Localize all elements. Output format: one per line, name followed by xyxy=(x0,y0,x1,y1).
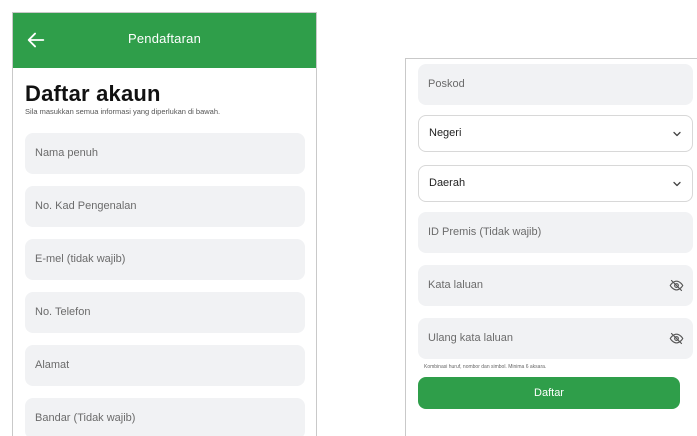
page-title: Daftar akaun xyxy=(25,81,161,106)
postcode-input[interactable]: Poskod xyxy=(418,64,693,105)
state-select-label: Negeri xyxy=(429,127,462,139)
district-select[interactable]: Daerah xyxy=(418,165,693,202)
full-name-input[interactable]: Nama penuh xyxy=(25,133,305,174)
register-button[interactable]: Daftar xyxy=(418,377,680,409)
full-name-placeholder: Nama penuh xyxy=(35,147,98,159)
address-placeholder: Alamat xyxy=(35,359,70,371)
chevron-down-icon xyxy=(673,181,681,187)
app-bar-title: Pendaftaran xyxy=(127,31,202,46)
district-select-label: Daerah xyxy=(429,177,466,189)
registration-screen-part-1: Pendaftaran Daftar akaun Sila masukkan s… xyxy=(12,12,317,436)
premise-id-input[interactable]: ID Premis (Tidak wajib) xyxy=(418,212,693,253)
app-bar: Pendaftaran xyxy=(13,13,316,68)
ic-number-input[interactable]: No. Kad Pengenalan xyxy=(25,186,305,227)
email-input[interactable]: E-mel (tidak wajib) xyxy=(25,239,305,280)
city-input[interactable]: Bandar (Tidak wajib) xyxy=(25,398,305,436)
password-placeholder: Kata laluan xyxy=(428,279,484,291)
chevron-down-icon xyxy=(673,131,681,137)
state-select[interactable]: Negeri xyxy=(418,115,693,152)
password-input[interactable]: Kata laluan xyxy=(418,265,693,306)
ic-number-placeholder: No. Kad Pengenalan xyxy=(35,200,137,212)
confirm-password-placeholder: Ulang kata laluan xyxy=(428,332,514,344)
premise-id-placeholder: ID Premis (Tidak wajib) xyxy=(428,226,542,238)
phone-placeholder: No. Telefon xyxy=(35,306,91,318)
password-hint: Kombinasi huruf, nombor dan simbol. Mini… xyxy=(424,364,547,370)
address-input[interactable]: Alamat xyxy=(25,345,305,386)
eye-off-icon[interactable] xyxy=(669,331,684,346)
page-subtitle: Sila masukkan semua informasi yang diper… xyxy=(25,107,221,116)
eye-off-icon[interactable] xyxy=(669,278,684,293)
confirm-password-input[interactable]: Ulang kata laluan xyxy=(418,318,693,359)
email-placeholder: E-mel (tidak wajib) xyxy=(35,253,126,265)
postcode-placeholder: Poskod xyxy=(428,78,465,90)
registration-screen-part-2: Poskod Negeri Daerah ID Premis (Tidak wa… xyxy=(405,58,697,436)
phone-input[interactable]: No. Telefon xyxy=(25,292,305,333)
city-placeholder: Bandar (Tidak wajib) xyxy=(35,412,136,424)
